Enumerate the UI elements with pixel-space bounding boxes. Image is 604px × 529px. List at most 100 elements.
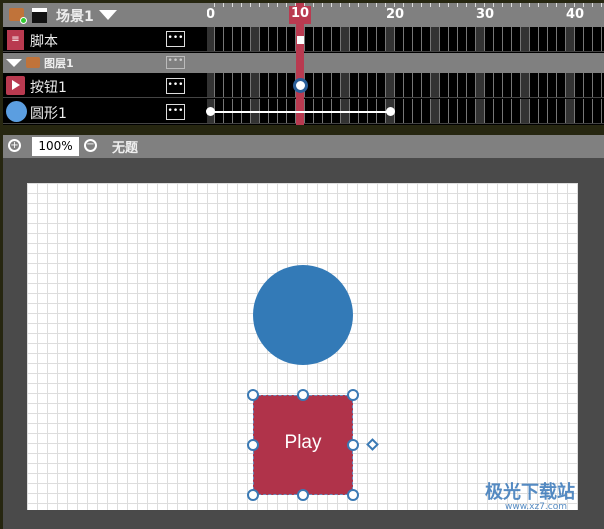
frame-ruler[interactable]: 0 20 30 40	[207, 3, 604, 27]
frame-cell[interactable]	[512, 73, 521, 97]
frame-cell[interactable]	[251, 27, 260, 51]
frame-cell[interactable]	[449, 27, 458, 51]
frame-cell[interactable]	[548, 27, 557, 51]
frame-cell[interactable]	[467, 27, 476, 51]
frame-cell[interactable]	[485, 73, 494, 97]
frame-cell[interactable]	[449, 73, 458, 97]
frame-cell[interactable]	[440, 73, 449, 97]
frame-cell[interactable]	[566, 99, 575, 123]
frame-cell[interactable]	[341, 27, 350, 51]
frame-track[interactable]	[207, 27, 604, 51]
resize-handle[interactable]	[247, 389, 259, 401]
frame-cell[interactable]	[503, 73, 512, 97]
tween-end-dot[interactable]	[386, 107, 395, 116]
circle-shape[interactable]	[253, 265, 353, 365]
frame-cell[interactable]	[575, 99, 584, 123]
resize-handle[interactable]	[297, 389, 309, 401]
add-folder-icon[interactable]	[9, 8, 27, 24]
frame-cell[interactable]	[476, 99, 485, 123]
keyframe-marker[interactable]	[293, 78, 308, 93]
frame-cell[interactable]	[539, 27, 548, 51]
zoom-out-icon[interactable]: −	[84, 139, 97, 152]
frame-cell[interactable]	[260, 27, 269, 51]
frame-cell[interactable]	[431, 99, 440, 123]
frame-cell[interactable]	[323, 73, 332, 97]
zoom-in-icon[interactable]: +	[8, 139, 21, 152]
frame-cell[interactable]	[458, 27, 467, 51]
frame-cell[interactable]	[395, 73, 404, 97]
frame-cell[interactable]	[422, 27, 431, 51]
frame-cell[interactable]	[530, 27, 539, 51]
frame-cell[interactable]	[593, 73, 602, 97]
frame-cell[interactable]	[521, 73, 530, 97]
resize-handle[interactable]	[247, 439, 259, 451]
frame-cell[interactable]	[386, 73, 395, 97]
frame-cell[interactable]	[575, 73, 584, 97]
frame-cell[interactable]	[530, 73, 539, 97]
frame-cell[interactable]	[224, 73, 233, 97]
tween-line[interactable]	[210, 111, 390, 113]
frame-cell[interactable]	[413, 73, 422, 97]
frame-cell[interactable]	[539, 73, 548, 97]
frame-cell[interactable]	[368, 73, 377, 97]
frame-cell[interactable]	[485, 99, 494, 123]
frame-cell[interactable]	[260, 73, 269, 97]
frame-cell[interactable]	[314, 27, 323, 51]
resize-handle[interactable]	[297, 489, 309, 501]
frame-cell[interactable]	[557, 27, 566, 51]
frame-cell[interactable]	[431, 27, 440, 51]
more-button[interactable]: •••	[166, 31, 185, 47]
frame-cell[interactable]	[323, 27, 332, 51]
frame-cell[interactable]	[278, 73, 287, 97]
frame-cell[interactable]	[305, 27, 314, 51]
clapper-icon[interactable]	[32, 8, 47, 23]
frame-track[interactable]	[207, 73, 604, 97]
frame-cell[interactable]	[413, 99, 422, 123]
frame-cell[interactable]	[575, 27, 584, 51]
frame-cell[interactable]	[332, 73, 341, 97]
frame-cell[interactable]	[557, 73, 566, 97]
frame-cell[interactable]	[278, 27, 287, 51]
frame-cell[interactable]	[314, 73, 323, 97]
frame-cell[interactable]	[548, 99, 557, 123]
playhead-label[interactable]: 10	[289, 6, 311, 24]
frame-cell[interactable]	[494, 73, 503, 97]
frame-cell[interactable]	[566, 73, 575, 97]
frame-cell[interactable]	[215, 73, 224, 97]
frame-cell[interactable]	[584, 99, 593, 123]
frame-cell[interactable]	[404, 27, 413, 51]
frame-cell[interactable]	[566, 27, 575, 51]
frame-cell[interactable]	[207, 27, 215, 51]
frame-cell[interactable]	[404, 73, 413, 97]
frame-cell[interactable]	[557, 99, 566, 123]
more-button[interactable]: •••	[166, 78, 185, 94]
play-button-shape[interactable]: Play	[253, 395, 353, 495]
frame-cell[interactable]	[584, 27, 593, 51]
frame-cell[interactable]	[404, 99, 413, 123]
frame-cell[interactable]	[458, 73, 467, 97]
frame-cell[interactable]	[530, 99, 539, 123]
frame-cell[interactable]	[593, 99, 602, 123]
frame-cell[interactable]	[458, 99, 467, 123]
frame-cell[interactable]	[233, 73, 242, 97]
frame-cell[interactable]	[377, 73, 386, 97]
resize-handle[interactable]	[247, 489, 259, 501]
frame-cell[interactable]	[449, 99, 458, 123]
frame-cell[interactable]	[224, 27, 233, 51]
frame-cell[interactable]	[467, 99, 476, 123]
frame-cell[interactable]	[377, 27, 386, 51]
resize-handle[interactable]	[347, 389, 359, 401]
frame-cell[interactable]	[350, 27, 359, 51]
frame-cell[interactable]	[242, 73, 251, 97]
frame-cell[interactable]	[467, 73, 476, 97]
frame-cell[interactable]	[269, 27, 278, 51]
frame-cell[interactable]	[251, 73, 260, 97]
frame-cell[interactable]	[395, 99, 404, 123]
scene-selector[interactable]: 场景1	[56, 6, 94, 26]
frame-cell[interactable]	[476, 73, 485, 97]
frame-cell[interactable]	[287, 27, 296, 51]
frame-cell[interactable]	[485, 27, 494, 51]
frame-cell[interactable]	[233, 27, 242, 51]
frame-cell[interactable]	[422, 99, 431, 123]
frame-cell[interactable]	[539, 99, 548, 123]
